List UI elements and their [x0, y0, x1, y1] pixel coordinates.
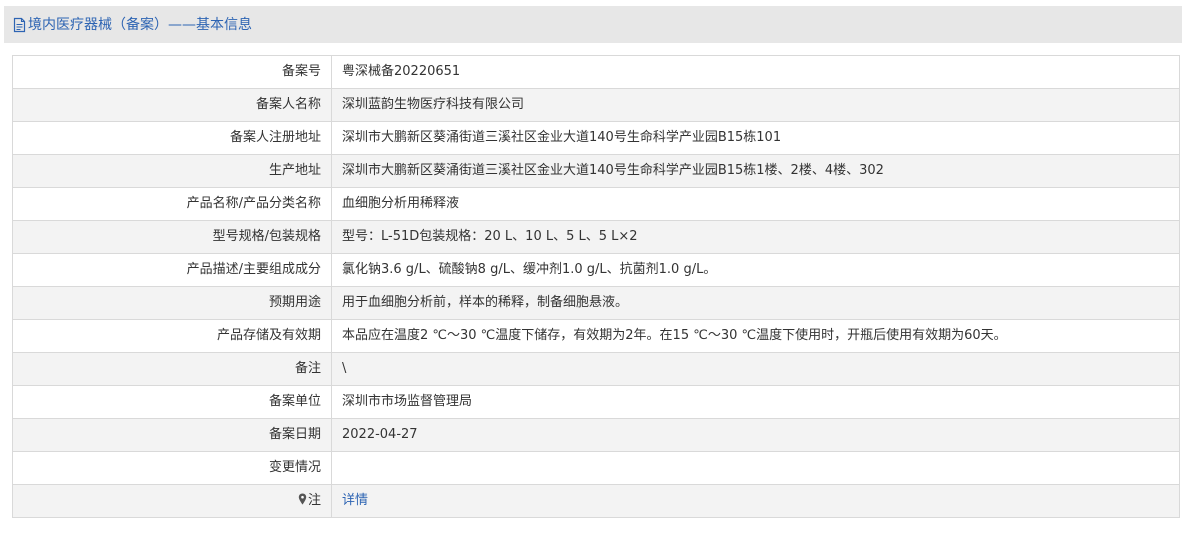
table-row: 产品名称/产品分类名称 血细胞分析用稀释液: [12, 187, 1180, 221]
note-label: 注: [307, 493, 321, 508]
field-value: 粤深械备20220651: [331, 55, 1180, 89]
field-value: [331, 451, 1180, 485]
field-value: 本品应在温度2 ℃～30 ℃温度下储存，有效期为2年。在15 ℃～30 ℃温度下…: [331, 319, 1180, 353]
table-row: 产品存储及有效期 本品应在温度2 ℃～30 ℃温度下储存，有效期为2年。在15 …: [12, 319, 1180, 353]
table-row: 变更情况: [12, 451, 1180, 485]
field-label: 生产地址: [12, 154, 332, 188]
field-value: 血细胞分析用稀释液: [331, 187, 1180, 221]
table-row: 备案人注册地址 深圳市大鹏新区葵涌街道三溪社区金业大道140号生命科学产业园B1…: [12, 121, 1180, 155]
field-value: 深圳市市场监督管理局: [331, 385, 1180, 419]
document-icon: [13, 17, 26, 33]
field-label: 备案号: [12, 55, 332, 89]
table-row: 预期用途 用于血细胞分析前，样本的稀释，制备细胞悬液。: [12, 286, 1180, 320]
page-title: 境内医疗器械（备案）——基本信息: [13, 16, 252, 34]
table-row: 产品描述/主要组成成分 氯化钠3.6 g/L、硫酸钠8 g/L、缓冲剂1.0 g…: [12, 253, 1180, 287]
field-value: 2022-04-27: [331, 418, 1180, 452]
table-row: 型号规格/包装规格 型号：L-51D包装规格：20 L、10 L、5 L、5 L…: [12, 220, 1180, 254]
note-value-cell: 详情: [331, 484, 1180, 518]
field-label: 备案日期: [12, 418, 332, 452]
details-link[interactable]: 详情: [342, 493, 368, 508]
field-value: 用于血细胞分析前，样本的稀释，制备细胞悬液。: [331, 286, 1180, 320]
table-row: 备案号 粤深械备20220651: [12, 55, 1180, 89]
table-row: 备案人名称 深圳蓝韵生物医疗科技有限公司: [12, 88, 1180, 122]
field-value: 型号：L-51D包装规格：20 L、10 L、5 L、5 L×2: [331, 220, 1180, 254]
field-label: 预期用途: [12, 286, 332, 320]
table-row: 备案日期 2022-04-27: [12, 418, 1180, 452]
field-value: 深圳市大鹏新区葵涌街道三溪社区金业大道140号生命科学产业园B15栋101: [331, 121, 1180, 155]
field-label: 变更情况: [12, 451, 332, 485]
table-row: 生产地址 深圳市大鹏新区葵涌街道三溪社区金业大道140号生命科学产业园B15栋1…: [12, 154, 1180, 188]
field-value: 深圳市大鹏新区葵涌街道三溪社区金业大道140号生命科学产业园B15栋1楼、2楼、…: [331, 154, 1180, 188]
field-label: 备案人名称: [12, 88, 332, 122]
field-value: 深圳蓝韵生物医疗科技有限公司: [331, 88, 1180, 122]
field-label: 备案单位: [12, 385, 332, 419]
field-label: 产品名称/产品分类名称: [12, 187, 332, 221]
note-label-cell: 注: [12, 484, 332, 518]
note-row: 注 详情: [12, 484, 1180, 518]
field-label: 型号规格/包装规格: [12, 220, 332, 254]
field-label: 备案人注册地址: [12, 121, 332, 155]
location-pin-icon: [298, 493, 307, 505]
field-label: 产品存储及有效期: [12, 319, 332, 353]
field-value: \: [331, 352, 1180, 386]
field-value: 氯化钠3.6 g/L、硫酸钠8 g/L、缓冲剂1.0 g/L、抗菌剂1.0 g/…: [331, 253, 1180, 287]
field-label: 产品描述/主要组成成分: [12, 253, 332, 287]
page-header-bar: 境内医疗器械（备案）——基本信息: [4, 6, 1182, 43]
field-label: 备注: [12, 352, 332, 386]
record-info-table: 备案号 粤深械备20220651 备案人名称 深圳蓝韵生物医疗科技有限公司 备案…: [12, 55, 1180, 518]
table-row: 备注 \: [12, 352, 1180, 386]
page-title-text: 境内医疗器械（备案）——基本信息: [28, 17, 252, 33]
table-row: 备案单位 深圳市市场监督管理局: [12, 385, 1180, 419]
